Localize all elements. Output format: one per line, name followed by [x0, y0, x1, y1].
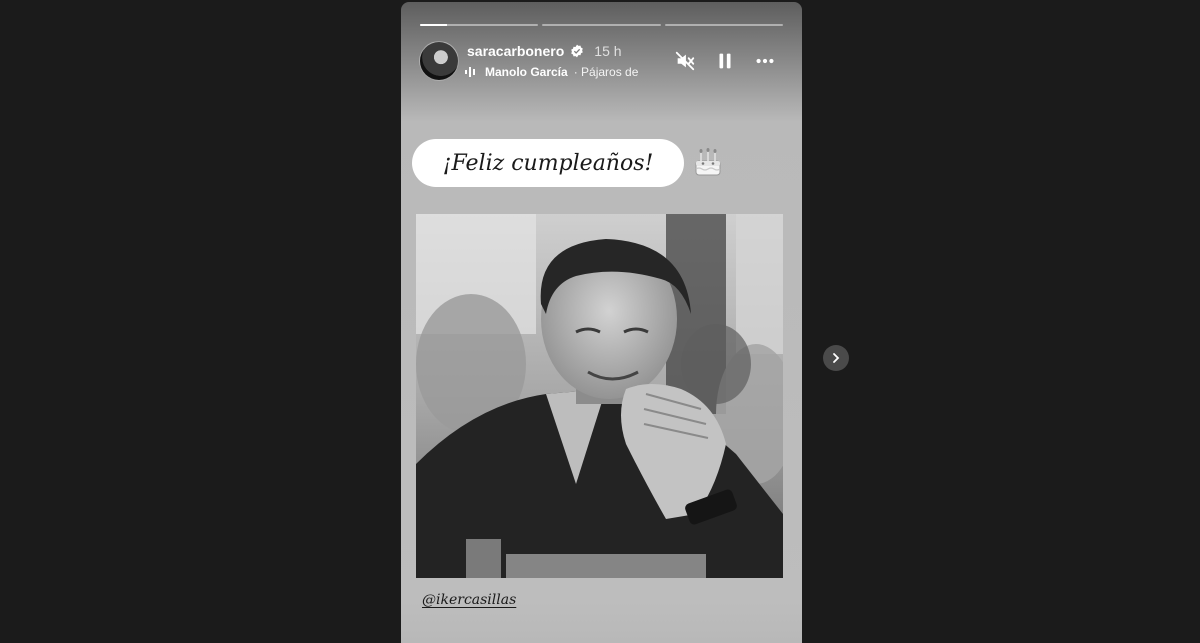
story-viewer: saracarbonero 15 h Manolo García · Pájar… — [401, 2, 802, 643]
birthday-cake-icon — [695, 148, 721, 176]
pause-button[interactable] — [714, 50, 736, 72]
story-controls — [674, 50, 776, 72]
username[interactable]: saracarbonero — [467, 43, 564, 59]
timestamp: 15 h — [594, 43, 622, 59]
progress-segment[interactable] — [542, 24, 661, 26]
chevron-right-icon — [833, 353, 840, 363]
avatar[interactable] — [419, 41, 459, 81]
story-photo — [416, 214, 783, 578]
more-icon — [756, 58, 774, 64]
mute-icon — [675, 51, 695, 71]
portrait-image — [416, 214, 783, 578]
progress-segment[interactable] — [664, 24, 783, 26]
progress-segment[interactable] — [420, 24, 539, 26]
pause-icon — [719, 53, 731, 69]
mention-tag[interactable]: @ikercasillas — [422, 592, 516, 608]
progress-fill — [420, 24, 448, 26]
birthday-text-sticker: ¡Feliz cumpleaños! — [412, 139, 684, 187]
more-options-button[interactable] — [754, 50, 776, 72]
music-info[interactable]: Manolo García · Pájaros de — [465, 65, 638, 79]
music-artist: Manolo García — [485, 65, 568, 79]
music-track: · Pájaros de — [573, 65, 639, 79]
story-header: saracarbonero 15 h — [467, 43, 622, 59]
verified-badge-icon — [571, 44, 584, 58]
next-story-button[interactable] — [823, 345, 849, 371]
progress-bar — [420, 24, 783, 26]
mute-button[interactable] — [674, 50, 696, 72]
audio-wave-icon — [465, 67, 475, 77]
